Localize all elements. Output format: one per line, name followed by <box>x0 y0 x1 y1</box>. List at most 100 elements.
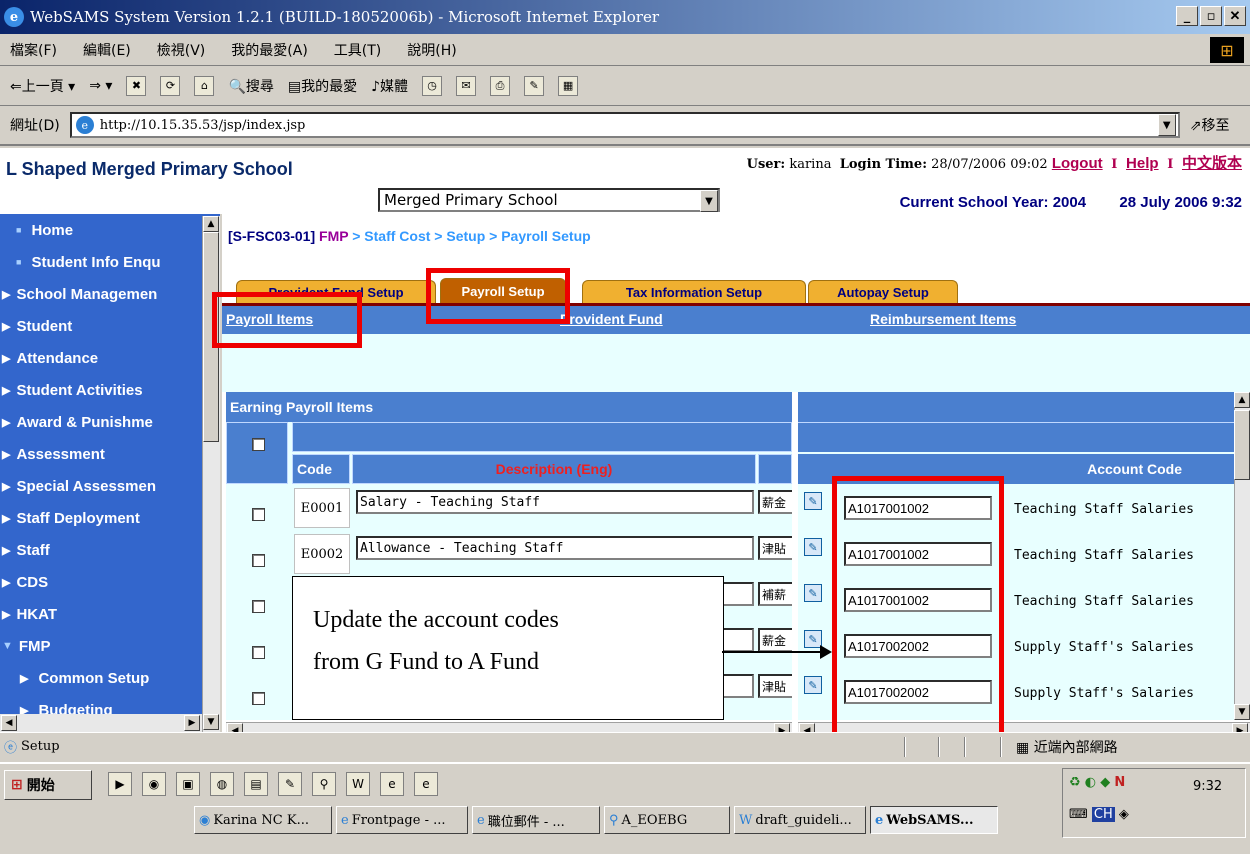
close-button[interactable]: ✕ <box>1224 6 1246 26</box>
row-description-input[interactable]: Salary - Teaching Staff <box>356 490 754 514</box>
tab-autopay-setup[interactable]: Autopay Setup <box>808 280 958 304</box>
left-grid-scroll-left-icon[interactable]: ◀ <box>227 723 243 732</box>
row-checkbox[interactable] <box>252 646 265 659</box>
breadcrumb-fmp[interactable]: FMP <box>319 228 348 244</box>
right-grid-scroll-right-icon[interactable]: ▶ <box>1232 723 1248 732</box>
school-select[interactable]: Merged Primary School ▼ <box>378 188 720 212</box>
edit-account-icon[interactable]: ✎ <box>804 492 822 510</box>
menu-view[interactable]: 檢視(V) <box>157 40 206 60</box>
taskbar-button[interactable]: Wdraft_guideli... <box>734 806 866 834</box>
sidebar-scroll-up-icon[interactable]: ▲ <box>203 216 219 232</box>
row-checkbox[interactable] <box>252 554 265 567</box>
sidebar-item-award-punishme[interactable]: ▶ Award & Punishme <box>0 406 220 438</box>
sidebar-item-staff[interactable]: ▶ Staff <box>0 534 220 566</box>
quicklaunch-browser-icon[interactable]: ◍ <box>210 772 234 796</box>
edit-account-icon[interactable]: ✎ <box>804 584 822 602</box>
restore-button[interactable]: ▫ <box>1200 6 1222 26</box>
sidebar-item-special-assessmen[interactable]: ▶ Special Assessmen <box>0 470 220 502</box>
col-desc-header[interactable]: Description (Eng) <box>352 454 756 484</box>
row-checkbox[interactable] <box>252 692 265 705</box>
sidebar-item-school-managemen[interactable]: ▶ School Managemen <box>0 278 220 310</box>
row-checkbox[interactable] <box>252 508 265 521</box>
help-link[interactable]: Help <box>1126 155 1159 172</box>
home-icon[interactable]: ⌂ <box>194 75 215 96</box>
sidebar-item-attendance[interactable]: ▶ Attendance <box>0 342 220 374</box>
address-input[interactable]: e http://10.15.35.53/jsp/index.jsp <box>69 112 1180 138</box>
forward-button[interactable]: ⇒ ▾ <box>89 78 112 94</box>
edit-account-icon[interactable]: ✎ <box>804 538 822 556</box>
left-grid-hscrollbar[interactable] <box>226 722 792 732</box>
sidebar-item-assessment[interactable]: ▶ Assessment <box>0 438 220 470</box>
quicklaunch-app3-icon[interactable]: ⚲ <box>312 772 336 796</box>
discuss-icon[interactable]: ▦ <box>558 75 579 96</box>
menu-help[interactable]: 說明(H) <box>407 40 456 60</box>
quicklaunch-desktop-icon[interactable]: ▣ <box>176 772 200 796</box>
taskbar-button[interactable]: e 職位郵件 - ... <box>472 806 600 834</box>
sidebar-item-cds[interactable]: ▶ CDS <box>0 566 220 598</box>
row-checkbox[interactable] <box>252 600 265 613</box>
taskbar-button[interactable]: e Frontpage - ... <box>336 806 468 834</box>
left-grid-scroll-right-icon[interactable]: ▶ <box>774 723 790 732</box>
row-description-chi-input[interactable]: 薪金 <box>758 490 792 514</box>
select-all-checkbox[interactable] <box>252 438 265 451</box>
row-description-chi-input[interactable]: 補薪 <box>758 582 792 606</box>
quicklaunch-app1-icon[interactable]: ▤ <box>244 772 268 796</box>
quicklaunch-ie-icon[interactable]: e <box>380 772 404 796</box>
sidebar-scroll-right-icon[interactable]: ▶ <box>184 715 200 731</box>
taskbar-button[interactable]: ⚲ A_EOEBG <box>604 806 730 834</box>
taskbar-button[interactable]: e WebSAMS... <box>870 806 998 834</box>
edit-icon[interactable]: ✎ <box>524 75 545 96</box>
menu-tools[interactable]: 工具(T) <box>334 40 381 60</box>
menu-edit[interactable]: 編輯(E) <box>83 40 131 60</box>
sidebar-item-fmp[interactable]: ▼ FMP <box>0 630 220 662</box>
right-grid-scroll-up-icon[interactable]: ▲ <box>1234 392 1250 408</box>
taskbar-button[interactable]: ◉ Karina NC K... <box>194 806 332 834</box>
sidebar-item-student-activities[interactable]: ▶ Student Activities <box>0 374 220 406</box>
menu-favorites[interactable]: 我的最愛(A) <box>231 40 308 60</box>
stop-icon[interactable]: ✖ <box>126 75 147 96</box>
search-button[interactable]: 🔍搜尋 <box>228 76 273 96</box>
chinese-version-link[interactable]: 中文版本 <box>1182 155 1242 172</box>
quicklaunch-app2-icon[interactable]: ✎ <box>278 772 302 796</box>
sidebar-scroll-down-icon[interactable]: ▼ <box>203 714 219 730</box>
history-icon[interactable]: ◷ <box>422 75 443 96</box>
sidebar-item-hkat[interactable]: ▶ HKAT <box>0 598 220 630</box>
quicklaunch-explorer-icon[interactable]: ◉ <box>142 772 166 796</box>
tab-tax-information-setup[interactable]: Tax Information Setup <box>582 280 806 304</box>
sidebar-scroll-left-icon[interactable]: ◀ <box>1 715 17 731</box>
media-button[interactable]: ♪媒體 <box>371 76 408 96</box>
back-button[interactable]: ⇐上一頁 ▾ <box>10 76 75 96</box>
sidebar-item-common-setup[interactable]: ▶ Common Setup <box>0 662 220 694</box>
ime-indicator[interactable]: ⌨ CH ◈ <box>1069 807 1129 822</box>
sidebar-item-staff-deployment[interactable]: ▶ Staff Deployment <box>0 502 220 534</box>
right-grid-scroll-thumb[interactable] <box>1234 410 1250 480</box>
quicklaunch-media-icon[interactable]: ▶ <box>108 772 132 796</box>
print-icon[interactable]: ⎙ <box>490 75 511 96</box>
quicklaunch-ie2-icon[interactable]: e <box>414 772 438 796</box>
sidebar-item-student[interactable]: ▶ Student <box>0 310 220 342</box>
quicklaunch-word-icon[interactable]: W <box>346 772 370 796</box>
sidebar-item-student-info-enqu[interactable]: ■ Student Info Enqu <box>0 246 220 278</box>
user-name: karina <box>789 157 832 172</box>
menu-file[interactable]: 檔案(F) <box>10 40 57 60</box>
address-dropdown-button[interactable]: ▼ <box>1157 114 1176 136</box>
row-description-chi-input[interactable]: 薪金 <box>758 628 792 652</box>
refresh-icon[interactable]: ⟳ <box>160 75 181 96</box>
subtab-provident-fund[interactable]: Provident Fund <box>560 311 663 327</box>
school-select-dropdown-icon[interactable]: ▼ <box>700 190 718 212</box>
sidebar-item-home[interactable]: ■ Home <box>0 214 220 246</box>
right-grid-scroll-left-icon[interactable]: ◀ <box>799 723 815 732</box>
start-button[interactable]: ⊞ 開始 <box>4 770 92 800</box>
sidebar-hscrollbar[interactable] <box>0 714 202 732</box>
row-description-chi-input[interactable]: 津貼 <box>758 674 792 698</box>
subtab-reimbursement-items[interactable]: Reimbursement Items <box>870 311 1016 327</box>
row-description-input[interactable]: Allowance - Teaching Staff <box>356 536 754 560</box>
right-grid-scroll-down-icon[interactable]: ▼ <box>1234 704 1250 720</box>
row-description-chi-input[interactable]: 津貼 <box>758 536 792 560</box>
mail-icon[interactable]: ✉ <box>456 75 477 96</box>
minimize-button[interactable]: _ <box>1176 6 1198 26</box>
go-button[interactable]: ⇗移至 <box>1190 115 1230 135</box>
edit-account-icon[interactable]: ✎ <box>804 676 822 694</box>
favorites-button[interactable]: ▤我的最愛 <box>288 76 357 96</box>
logout-link[interactable]: Logout <box>1052 155 1103 172</box>
